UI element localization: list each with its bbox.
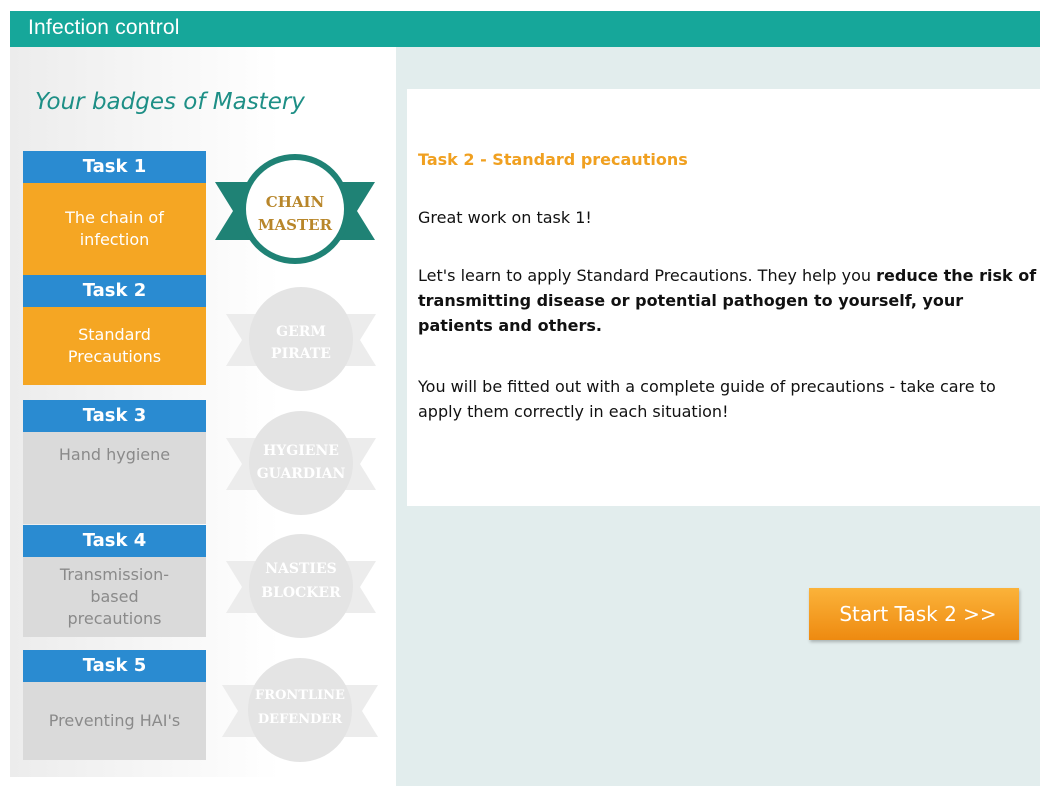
- task-3-head: Task 3: [23, 400, 206, 432]
- task-2-head: Task 2: [23, 275, 206, 307]
- task-card-2[interactable]: Task 2 Standard Precautions: [23, 275, 206, 385]
- badge-chain-master: CHAIN MASTER: [213, 152, 377, 266]
- badge-frontline-defender: FRONTLINE DEFENDER: [222, 657, 378, 763]
- badge-2-line2: PIRATE: [271, 346, 331, 362]
- badge-germ-pirate: GERM PIRATE: [226, 286, 376, 392]
- task-3-body: Hand hygiene: [23, 432, 206, 524]
- task-1-body: The chain of infection: [23, 183, 206, 275]
- start-task-button[interactable]: Start Task 2 >>: [809, 588, 1019, 640]
- badge-nasties-blocker: NASTIES BLOCKER: [226, 533, 376, 639]
- badge-4-line1: NASTIES: [265, 561, 337, 577]
- badge-hygiene-guardian: HYGIENE GUARDIAN: [226, 410, 376, 516]
- task-4-body: Transmission-based precautions: [23, 557, 206, 637]
- task-info-title: Task 2 - Standard precautions: [418, 150, 688, 169]
- badges-title: Your badges of Mastery: [35, 89, 305, 115]
- task-info-greeting: Great work on task 1!: [418, 208, 592, 227]
- task-2-body: Standard Precautions: [23, 307, 206, 385]
- task-info-intro: Let's learn to apply Standard Precaution…: [418, 263, 1038, 338]
- task-card-5[interactable]: Task 5 Preventing HAI's: [23, 650, 206, 760]
- badge-3-line2: GUARDIAN: [257, 466, 346, 482]
- task-card-1[interactable]: Task 1 The chain of infection: [23, 151, 206, 275]
- task-info-note: You will be fitted out with a complete g…: [418, 377, 996, 421]
- task-card-4[interactable]: Task 4 Transmission-based precautions: [23, 525, 206, 637]
- app-header: Infection control: [10, 11, 1040, 47]
- task-card-3[interactable]: Task 3 Hand hygiene: [23, 400, 206, 524]
- badge-2-line1: GERM: [276, 324, 326, 340]
- badge-5-line2: DEFENDER: [258, 712, 342, 727]
- badge-1-line1: CHAIN: [266, 193, 325, 211]
- task-info-intro-plain: Let's learn to apply Standard Precaution…: [418, 266, 877, 285]
- app-title: Infection control: [28, 16, 180, 39]
- task-1-head: Task 1: [23, 151, 206, 183]
- badge-1-line2: MASTER: [258, 216, 333, 234]
- task-4-head: Task 4: [23, 525, 206, 557]
- task-5-head: Task 5: [23, 650, 206, 682]
- badge-5-line1: FRONTLINE: [255, 688, 345, 703]
- task-5-body: Preventing HAI's: [23, 682, 206, 760]
- badge-4-line2: BLOCKER: [261, 585, 341, 601]
- badge-3-line1: HYGIENE: [263, 443, 339, 459]
